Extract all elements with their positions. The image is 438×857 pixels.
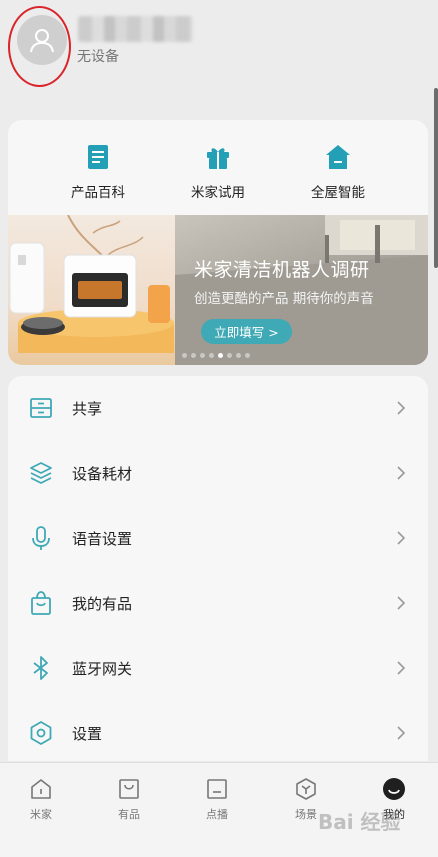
share-icon (30, 398, 52, 418)
quick-actions-row: 产品百科 米家试用 全屋智能 (8, 142, 428, 202)
menu-item-label: 设备耗材 (72, 464, 133, 483)
quick-action-label: 产品百科 (71, 185, 125, 201)
banner-pagination (182, 353, 250, 358)
nav-tab-label: 点播 (206, 808, 228, 821)
banner-subtitle: 创造更酷的产品 期待你的声音 (194, 291, 374, 307)
pagination-dot (191, 353, 196, 358)
chevron-right-icon (397, 401, 406, 415)
menu-item-label: 蓝牙网关 (72, 659, 133, 678)
avatar[interactable] (17, 15, 67, 65)
menu-item-my-youpin[interactable]: 我的有品 (8, 571, 428, 635)
banner-title: 米家清洁机器人调研 (194, 259, 370, 281)
gift-trial-icon (207, 148, 229, 169)
pagination-dot (245, 353, 250, 358)
pagination-dot (236, 353, 241, 358)
menu-item-label: 共享 (72, 399, 103, 418)
chevron-right-icon (397, 596, 406, 610)
pagination-dot (182, 353, 187, 358)
nav-tab-label: 场景 (295, 808, 317, 821)
microphone-icon (32, 526, 50, 550)
scroll-indicator (434, 88, 438, 268)
chevron-right-icon (397, 726, 406, 740)
video-icon (207, 779, 227, 799)
watermark: Bai 经验 (318, 810, 401, 834)
chevron-right-icon (397, 531, 406, 545)
quick-action-label: 全屋智能 (311, 185, 365, 201)
banner-fill-in-button[interactable]: 立即填写 > (201, 319, 292, 344)
appliances-illustration (9, 215, 174, 353)
settings-icon (30, 721, 52, 745)
menu-item-consumables[interactable]: 设备耗材 (8, 441, 428, 505)
device-status: 无设备 (77, 49, 119, 65)
profile-screen: 无设备 产品百科 米家试用 全屋智能 米家清洁机器人调研 创造更酷的产品 期待你… (0, 0, 438, 857)
nav-tab-label: 米家 (30, 808, 52, 821)
home-icon (31, 779, 51, 799)
store-icon (119, 779, 139, 799)
nav-tab-mijia[interactable]: 米家 (11, 777, 71, 827)
banner-product-illustration (8, 215, 175, 365)
shopping-bag-icon (31, 591, 51, 615)
menu-item-share[interactable]: 共享 (8, 376, 428, 440)
pagination-dot (200, 353, 205, 358)
pagination-dot (227, 353, 232, 358)
quick-action-encyclopedia[interactable]: 产品百科 (38, 142, 158, 202)
smart-home-icon (326, 145, 350, 169)
consumables-icon (30, 462, 52, 484)
menu-item-bluetooth-gateway[interactable]: 蓝牙网关 (8, 636, 428, 700)
menu-item-label: 我的有品 (72, 594, 133, 613)
nav-tab-youpin[interactable]: 有品 (99, 777, 159, 827)
menu-item-label: 语音设置 (72, 529, 133, 548)
menu-item-voice-settings[interactable]: 语音设置 (8, 506, 428, 570)
pagination-dot (209, 353, 214, 358)
profile-header: 无设备 (0, 0, 438, 110)
profile-icon (383, 778, 405, 800)
bluetooth-icon (33, 656, 48, 680)
nav-tab-video[interactable]: 点播 (187, 777, 247, 827)
chevron-right-icon (397, 466, 406, 480)
quick-action-label: 米家试用 (191, 185, 245, 201)
encyclopedia-icon (88, 145, 108, 169)
chevron-right-icon (397, 661, 406, 675)
user-icon (30, 29, 54, 53)
scene-icon (296, 778, 316, 800)
pagination-dot-active (218, 353, 223, 358)
nav-tab-label: 有品 (118, 808, 140, 821)
quick-action-trial[interactable]: 米家试用 (158, 142, 278, 202)
username-blurred (78, 16, 193, 42)
settings-menu: 共享 设备耗材 语音设置 我的有品 蓝牙网关 设置 (8, 376, 428, 761)
quick-action-smart-home[interactable]: 全屋智能 (278, 142, 398, 202)
promo-banner[interactable]: 米家清洁机器人调研 创造更酷的产品 期待你的声音 立即填写 > (8, 215, 428, 365)
menu-item-label: 设置 (72, 724, 103, 743)
menu-item-settings[interactable]: 设置 (8, 701, 428, 761)
quick-actions-card: 产品百科 米家试用 全屋智能 米家清洁机器人调研 创造更酷的产品 期待你的声音 … (8, 120, 428, 365)
